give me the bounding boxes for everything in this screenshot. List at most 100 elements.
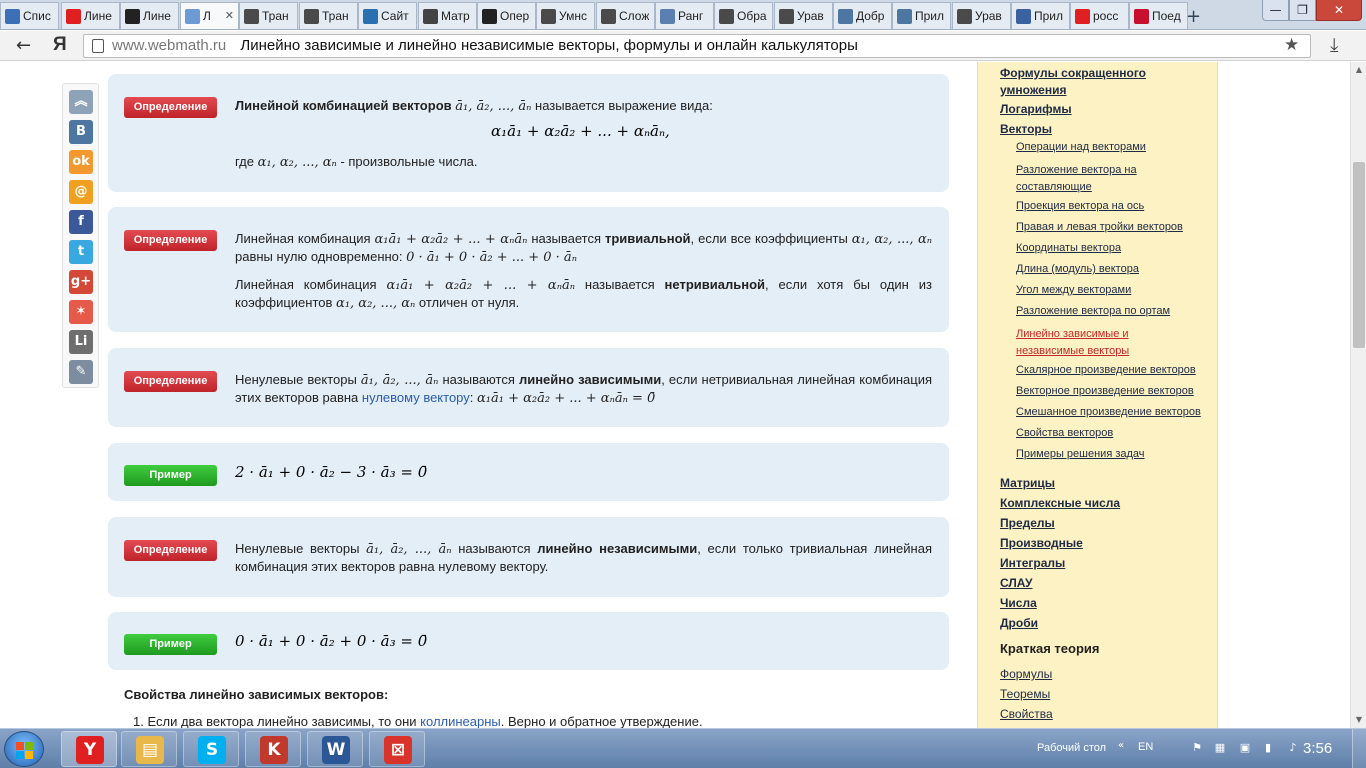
taskbar-app-button[interactable]: ▤ [121, 731, 177, 767]
url-field[interactable]: www.webmath.ru Линейно зависимые и линей… [83, 34, 1311, 58]
close-tab-icon[interactable]: ✕ [225, 9, 234, 22]
downloads-icon[interactable]: ⤓ [1330, 34, 1338, 56]
sidebar-sublink-vectors[interactable]: Правая и левая тройки векторов [1016, 221, 1183, 233]
sidebar-link-section[interactable]: СЛАУ [1000, 576, 1032, 590]
maximize-button[interactable]: ❐ [1289, 0, 1316, 21]
mail-share-icon[interactable]: @ [69, 180, 93, 204]
example-card-dependent: Пример 2 · ā₁ + 0 · ā₂ − 3 · ā₃ = 0̄ [108, 443, 949, 501]
taskbar-app-button[interactable]: S [183, 731, 239, 767]
show-desktop-button[interactable] [1352, 729, 1366, 768]
bookmark-star-icon[interactable]: ★ [1284, 35, 1299, 55]
sidebar-link-logarithms[interactable]: Логарифмы [1000, 102, 1072, 116]
language-indicator[interactable]: EN [1138, 741, 1153, 753]
example-formula: 0 · ā₁ + 0 · ā₂ + 0 · ā₃ = 0̄ [235, 632, 428, 650]
show-hidden-icons-arrow-icon[interactable]: « [1118, 740, 1124, 751]
sidebar-sublink-vectors[interactable]: Разложение вектора по ортам [1016, 305, 1170, 317]
back-arrow-icon[interactable]: ← [16, 35, 31, 56]
volume-icon[interactable]: ♪ [1286, 741, 1300, 755]
browser-tab[interactable]: Сайт [358, 2, 417, 29]
browser-tab[interactable]: Слож [596, 2, 655, 29]
taskbar-app-button[interactable]: Y [61, 731, 117, 767]
browser-tab[interactable]: Поед [1129, 2, 1188, 29]
browser-tab[interactable]: Матр [418, 2, 477, 29]
browser-tab[interactable]: Опер [477, 2, 536, 29]
sidebar-sublink-vectors[interactable]: Разложение вектора на составляющие [1016, 162, 1156, 196]
odnoklassniki-share-icon[interactable]: ok [69, 150, 93, 174]
vertical-scrollbar[interactable]: ▲ ▼ [1350, 62, 1366, 728]
sidebar-link-theory[interactable]: Свойства [1000, 707, 1053, 721]
scroll-down-arrow-icon[interactable]: ▼ [1351, 712, 1366, 728]
twitter-share-icon[interactable]: t [69, 240, 93, 264]
close-button[interactable]: ✕ [1316, 0, 1362, 21]
sidebar-sublink-vectors[interactable]: Скалярное произведение векторов [1016, 364, 1196, 376]
sidebar-link-section[interactable]: Интегралы [1000, 556, 1065, 570]
sidebar-sublink-vectors[interactable]: Свойства векторов [1016, 427, 1113, 439]
sidebar-link-section[interactable]: Числа [1000, 596, 1037, 610]
sidebar-link-short-mult-formulas[interactable]: Формулы сокращенного умножения [1000, 65, 1170, 99]
shield-icon[interactable]: ▣ [1238, 741, 1252, 755]
scroll-up-arrow-icon[interactable]: ▲ [1351, 62, 1366, 78]
browser-tab[interactable]: Л ✕ [180, 2, 239, 29]
power-icon[interactable]: ▮ [1261, 741, 1275, 755]
network-icon[interactable]: ▦ [1213, 741, 1227, 755]
sidebar-sublink-vectors[interactable]: Линейно зависимые и независимые векторы [1016, 326, 1156, 360]
definition-text-part: Ненулевые векторы [235, 372, 357, 387]
browser-tab[interactable]: Спис [0, 2, 59, 29]
sidebar-link-section[interactable]: Комплексные числа [1000, 496, 1120, 510]
taskbar-app-button[interactable]: K [245, 731, 301, 767]
vk-share-icon[interactable]: В [69, 120, 93, 144]
document-icon [5, 8, 20, 24]
sidebar-link-theory[interactable]: Теоремы [1000, 687, 1050, 701]
skype-icon: S [198, 736, 226, 764]
zero-vector-link[interactable]: нулевому вектору [362, 390, 470, 405]
definition-badge: Определение [124, 371, 217, 392]
new-tab-button[interactable]: + [1186, 6, 1201, 27]
term: линейно зависимыми [518, 372, 662, 387]
browser-tab[interactable]: росс [1070, 2, 1129, 29]
system-clock[interactable]: 3:56 [1303, 740, 1332, 757]
scroll-top-icon[interactable]: ︽ [69, 90, 93, 114]
sidebar-sublink-vectors[interactable]: Смешанное произведение векторов [1016, 406, 1201, 418]
scroll-thumb[interactable] [1353, 162, 1365, 348]
browser-tab[interactable]: Прил [892, 2, 951, 29]
browser-tab[interactable]: Умнс [536, 2, 595, 29]
bookmark-share-icon[interactable]: ✎ [69, 360, 93, 384]
browser-tab[interactable]: Урав [952, 2, 1011, 29]
browser-tab[interactable]: Добр [833, 2, 892, 29]
sidebar-sublink-vectors[interactable]: Угол между векторами [1016, 284, 1131, 296]
browser-tab[interactable]: Обра [714, 2, 773, 29]
browser-tab[interactable]: Лине [61, 2, 120, 29]
sidebar-link-theory[interactable]: Формулы [1000, 667, 1052, 681]
sidebar-sublink-vectors[interactable]: Векторное произведение векторов [1016, 385, 1194, 397]
browser-tab[interactable]: Лине [120, 2, 179, 29]
sidebar-link-section[interactable]: Матрицы [1000, 476, 1055, 490]
sidebar-sublink-vectors[interactable]: Примеры решения задач [1016, 448, 1145, 460]
liveinternet-share-icon[interactable]: Li [69, 330, 93, 354]
desktop-toolbar-label[interactable]: Рабочий стол [1037, 742, 1106, 754]
browser-tab[interactable]: Урав [774, 2, 833, 29]
taskbar-app-button[interactable]: ⊠ [369, 731, 425, 767]
taskbar-app-button[interactable]: W [307, 731, 363, 767]
sidebar-link-section[interactable]: Производные [1000, 536, 1083, 550]
sidebar-sublink-vectors[interactable]: Координаты вектора [1016, 242, 1121, 254]
sidebar-sublink-vectors[interactable]: Операции над векторами [1016, 141, 1146, 153]
browser-tab[interactable]: Прил [1011, 2, 1070, 29]
collinear-link[interactable]: коллинеарны [420, 714, 501, 728]
googleplus-share-icon[interactable]: g+ [69, 270, 93, 294]
flag-icon[interactable]: ⚑ [1190, 741, 1204, 755]
browser-tab[interactable]: Тран [299, 2, 358, 29]
yandex-button[interactable]: Я [53, 34, 67, 56]
sidebar-link-section[interactable]: Дроби [1000, 616, 1038, 630]
minimize-button[interactable]: — [1262, 0, 1289, 21]
sidebar-link-section[interactable]: Пределы [1000, 516, 1055, 530]
sidebar-link-vectors[interactable]: Векторы [1000, 122, 1052, 136]
kingsoft-icon: ⊠ [384, 736, 412, 764]
start-button-windows-icon[interactable] [4, 731, 44, 767]
browser-tab[interactable]: Тран [239, 2, 298, 29]
definition-text-part: Линейная комбинация [235, 277, 377, 292]
browser-tab[interactable]: Ранг [655, 2, 714, 29]
sidebar-sublink-vectors[interactable]: Проекция вектора на ось [1016, 200, 1144, 212]
sidebar-sublink-vectors[interactable]: Длина (модуль) вектора [1016, 263, 1139, 275]
myworld-share-icon[interactable]: ✶ [69, 300, 93, 324]
facebook-share-icon[interactable]: f [69, 210, 93, 234]
